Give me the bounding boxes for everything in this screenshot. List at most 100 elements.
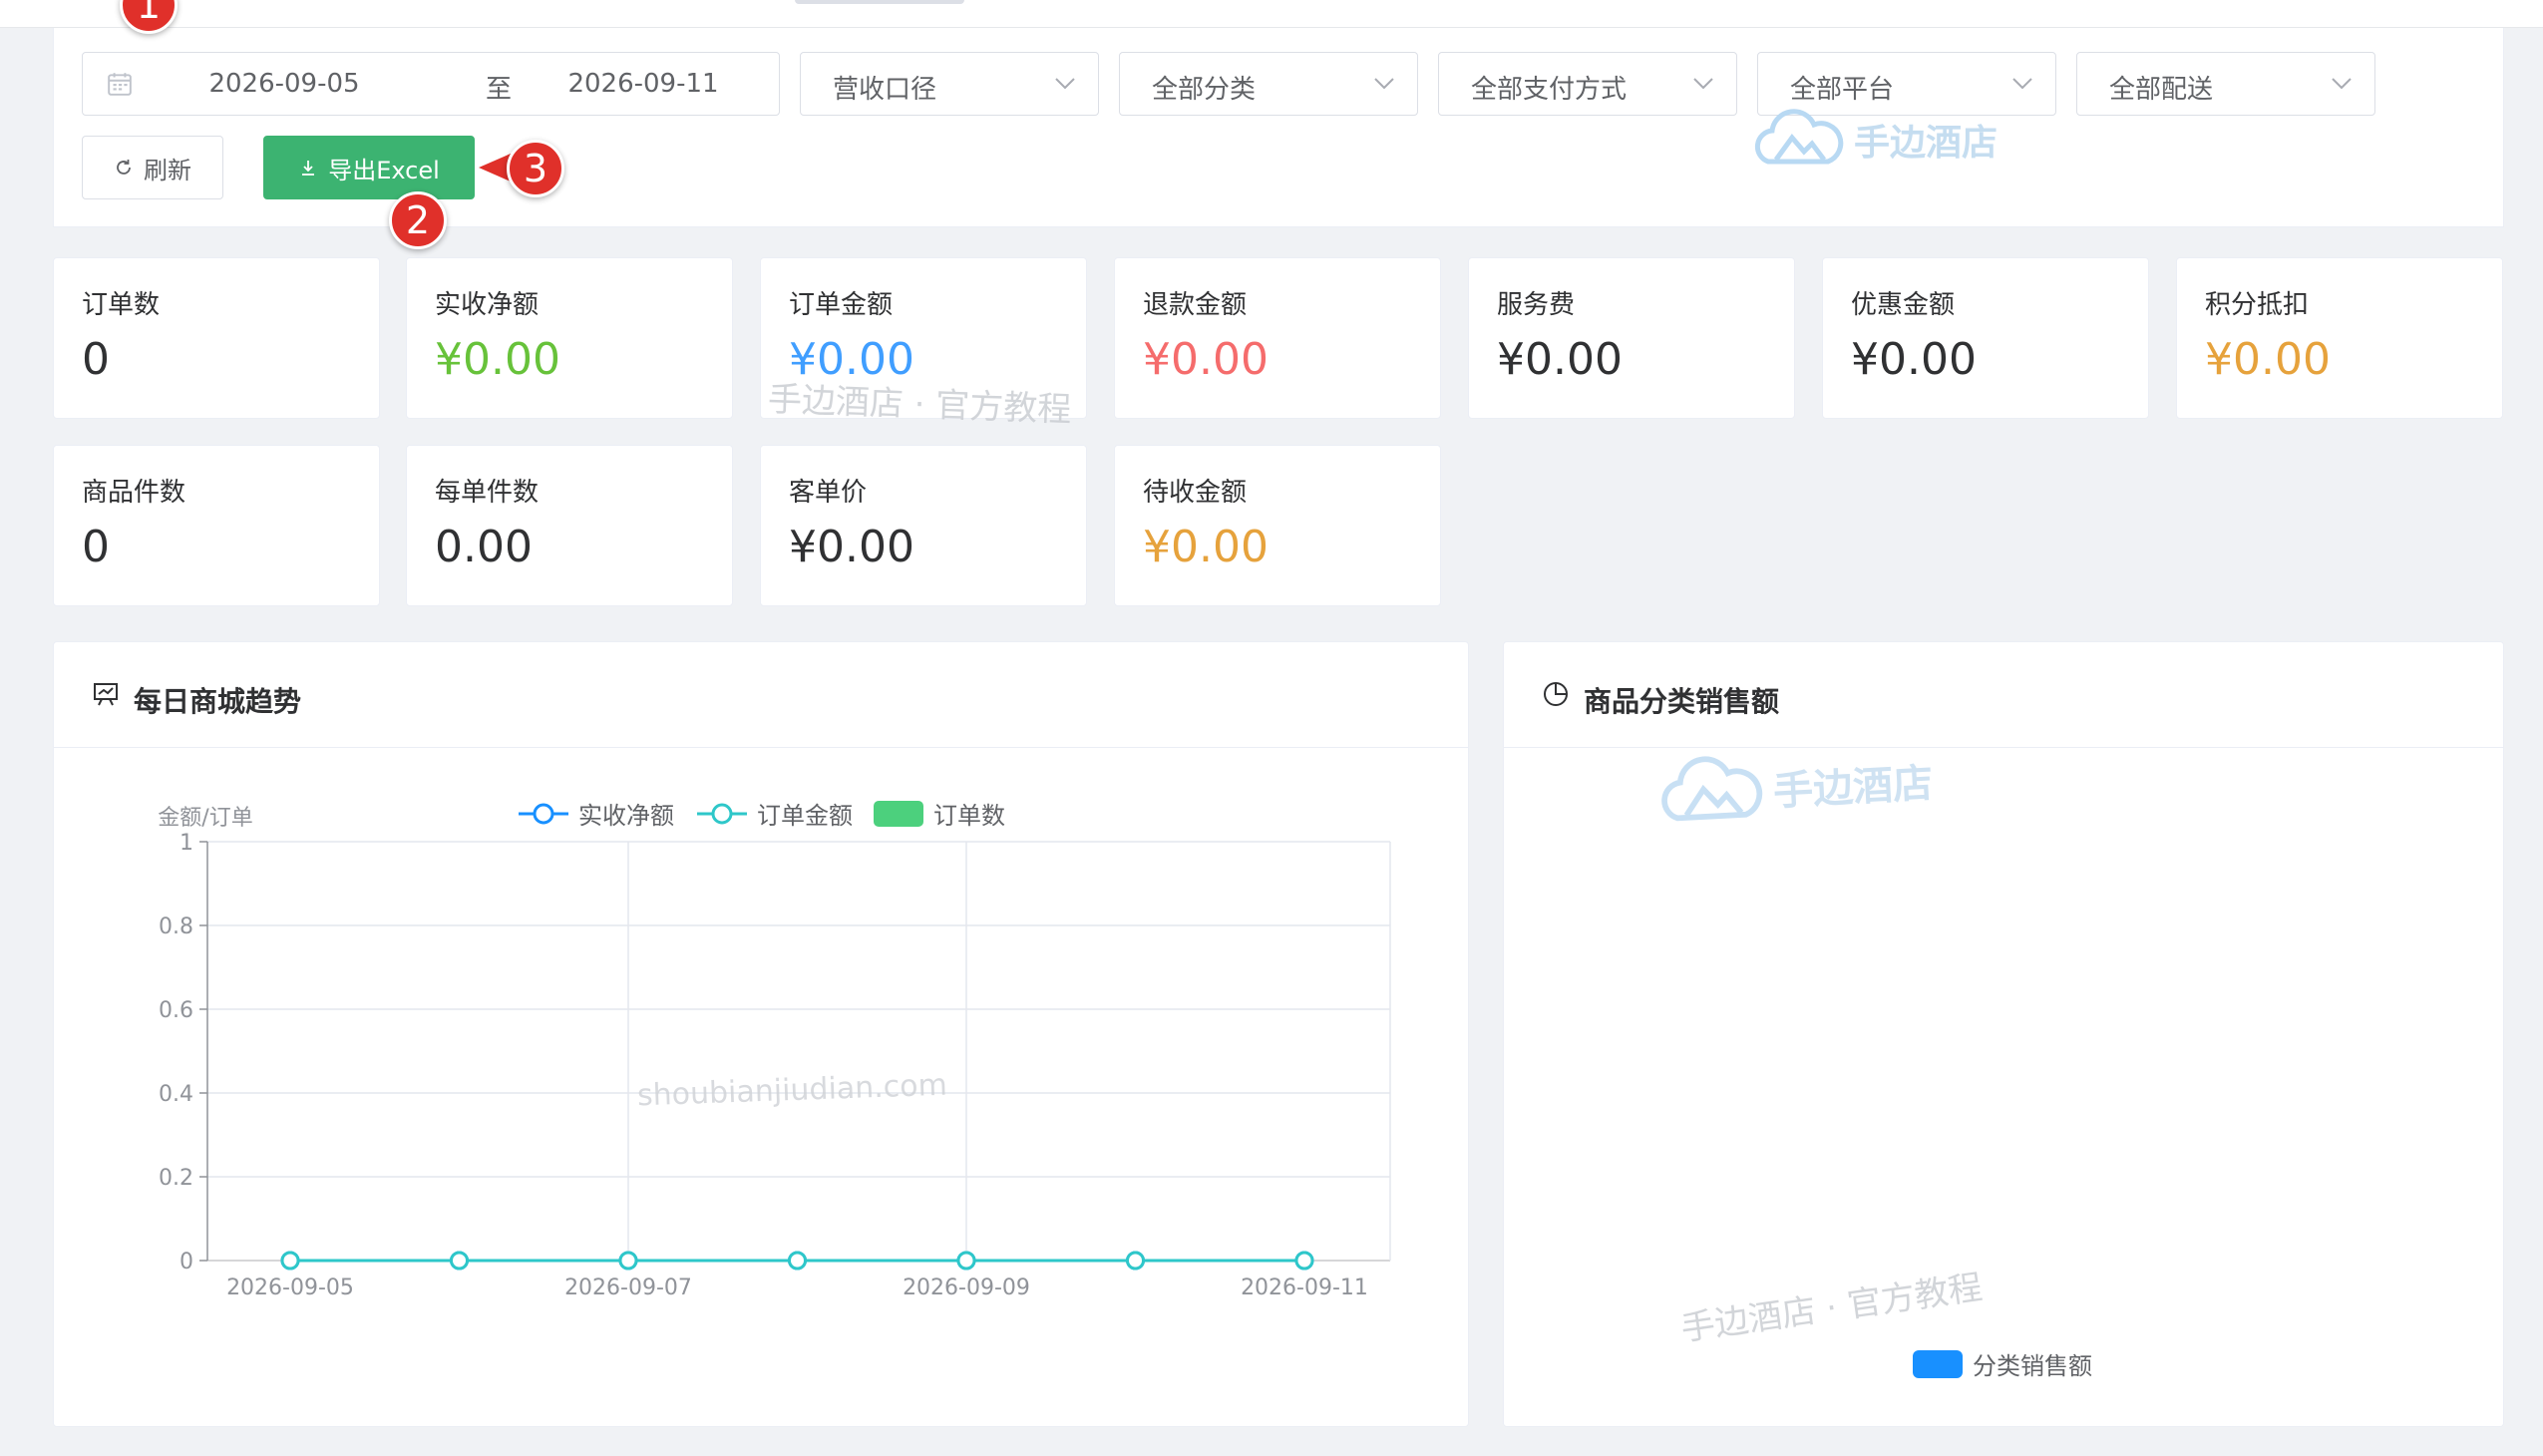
y-tick-label: 1 bbox=[180, 831, 193, 856]
stat-card-pending-amount: 待收金额 ¥0.00 bbox=[1114, 445, 1441, 606]
stat-value: 0 bbox=[82, 334, 110, 385]
panel-title: 每日商城趋势 bbox=[134, 685, 302, 718]
delivery-select[interactable]: 全部配送 bbox=[2076, 52, 2375, 116]
category-sales-panel: 商品分类销售额 手边酒店 手边酒店 · 官方教程 分类销售额 bbox=[1503, 641, 2504, 1427]
chevron-down-icon bbox=[1055, 78, 1075, 90]
export-label: 导出Excel bbox=[328, 156, 440, 184]
legend-label: 分类销售额 bbox=[1973, 1352, 2092, 1380]
stat-label: 退款金额 bbox=[1143, 290, 1248, 320]
y-tick-label: 0 bbox=[180, 1250, 193, 1274]
select-label: 全部配送 bbox=[2109, 75, 2214, 105]
y-axis-ticks: 0 0.2 0.4 0.6 0.8 1 bbox=[159, 831, 207, 1274]
chart-grid bbox=[206, 841, 1391, 1262]
data-point bbox=[1294, 1251, 1314, 1271]
daily-trend-panel: 每日商城趋势 实收净额 订单金额 订单数 金额/订单 00.2 0.4 0.6 … bbox=[53, 641, 1469, 1427]
refresh-button[interactable]: 刷新 bbox=[82, 136, 223, 199]
x-axis-ticks: 2026-09-05 2026-09-07 2026-09-09 2026-09-11 bbox=[226, 1275, 1368, 1300]
x-tick-label: 2026-09-05 bbox=[226, 1275, 354, 1300]
stat-card-item-count: 商品件数 0 bbox=[53, 445, 380, 606]
revenue-basis-select[interactable]: 营收口径 bbox=[800, 52, 1099, 116]
top-header-strip bbox=[0, 0, 2543, 28]
watermark-logo: 手边酒店 bbox=[1653, 743, 1934, 831]
start-date-input[interactable]: 2026-09-05 bbox=[194, 69, 374, 99]
chevron-down-icon bbox=[1693, 78, 1713, 90]
stat-card-refund-amount: 退款金额 ¥0.00 bbox=[1114, 257, 1441, 419]
calendar-icon bbox=[108, 73, 132, 96]
stat-card-avg-order-value: 客单价 ¥0.00 bbox=[760, 445, 1087, 606]
tab-indicator bbox=[795, 0, 964, 4]
stat-value: ¥0.00 bbox=[1143, 522, 1269, 572]
stat-value: 0.00 bbox=[435, 522, 533, 572]
stat-card-points-deduction: 积分抵扣 ¥0.00 bbox=[2176, 257, 2503, 419]
stat-label: 订单数 bbox=[82, 290, 161, 320]
legend-color-swatch bbox=[1913, 1349, 1963, 1378]
legend-item-category-sales[interactable]: 分类销售额 bbox=[1913, 1346, 2092, 1381]
refresh-label: 刷新 bbox=[144, 156, 191, 184]
cloud-logo-icon bbox=[1661, 756, 1763, 822]
y-tick-label: 0.4 bbox=[159, 1082, 193, 1107]
stat-value: ¥0.00 bbox=[1497, 334, 1623, 385]
select-label: 全部支付方式 bbox=[1471, 75, 1628, 105]
stat-label: 实收净额 bbox=[435, 290, 540, 320]
cloud-logo-icon bbox=[1754, 109, 1844, 165]
stat-card-items-per-order: 每单件数 0.00 bbox=[406, 445, 733, 606]
date-range-picker[interactable]: 2026-09-05 至 2026-09-11 bbox=[82, 52, 780, 116]
select-label: 营收口径 bbox=[833, 75, 937, 105]
data-point bbox=[1126, 1251, 1145, 1271]
stat-value: ¥0.00 bbox=[1143, 334, 1269, 385]
stat-card-discount-amount: 优惠金额 ¥0.00 bbox=[1822, 257, 2149, 419]
stat-label: 服务费 bbox=[1497, 290, 1576, 320]
stat-card-net-received: 实收净额 ¥0.00 bbox=[406, 257, 733, 419]
payment-method-select[interactable]: 全部支付方式 bbox=[1438, 52, 1737, 116]
stat-value: ¥0.00 bbox=[789, 522, 914, 572]
annotation-marker-2: 2 bbox=[389, 191, 447, 249]
x-tick-label: 2026-09-09 bbox=[903, 1275, 1030, 1300]
y-tick-label: 0.2 bbox=[159, 1166, 193, 1191]
stat-label: 积分抵扣 bbox=[2205, 290, 2310, 320]
date-separator: 至 bbox=[486, 75, 513, 105]
stat-label: 订单金额 bbox=[789, 290, 894, 320]
stat-card-service-fee: 服务费 ¥0.00 bbox=[1468, 257, 1795, 419]
panel-header: 每日商城趋势 bbox=[54, 642, 1468, 748]
presentation-chart-icon bbox=[94, 683, 118, 706]
watermark-logo-text: 手边酒店 bbox=[1854, 123, 1998, 164]
refresh-icon bbox=[117, 160, 131, 175]
x-tick-label: 2026-09-11 bbox=[1241, 1275, 1368, 1300]
data-point bbox=[788, 1251, 807, 1271]
panel-header: 商品分类销售额 bbox=[1504, 642, 2503, 748]
annotation-marker-3: 3 bbox=[507, 140, 564, 197]
x-tick-label: 2026-09-07 bbox=[564, 1275, 692, 1300]
trend-line-chart: 金额/订单 00.20.40.60.81 2026-09-05 2026-09-0… bbox=[158, 806, 1391, 1300]
chevron-down-icon bbox=[2332, 78, 2352, 90]
select-label: 全部分类 bbox=[1152, 75, 1257, 105]
end-date-input[interactable]: 2026-09-11 bbox=[553, 69, 733, 99]
tutorial-watermark: 手边酒店 · 官方教程 bbox=[767, 379, 1072, 431]
chevron-down-icon bbox=[2012, 78, 2032, 90]
y-axis-title: 金额/订单 bbox=[158, 806, 252, 831]
stat-label: 客单价 bbox=[789, 478, 868, 508]
stat-label: 每单件数 bbox=[435, 478, 540, 508]
platform-select[interactable]: 全部平台 bbox=[1757, 52, 2056, 116]
panel-title: 商品分类销售额 bbox=[1584, 685, 1780, 718]
tutorial-watermark: 手边酒店 · 官方教程 bbox=[1678, 1267, 1986, 1349]
chevron-down-icon bbox=[1374, 78, 1394, 90]
pie-chart-icon bbox=[1544, 682, 1568, 706]
stat-label: 商品件数 bbox=[82, 478, 186, 508]
y-tick-label: 0.8 bbox=[159, 914, 193, 939]
chart-series bbox=[280, 1251, 1314, 1271]
select-label: 全部平台 bbox=[1790, 75, 1895, 105]
dashboard-page: 2026-09-05 至 2026-09-11 营收口径 全部分类 全部支付方式… bbox=[0, 0, 2543, 1456]
watermark-logo: 手边酒店 bbox=[1750, 108, 1998, 172]
data-point bbox=[618, 1251, 638, 1271]
stat-value: ¥0.00 bbox=[435, 334, 560, 385]
stat-label: 待收金额 bbox=[1143, 478, 1248, 508]
y-tick-label: 0.6 bbox=[159, 998, 193, 1023]
category-select[interactable]: 全部分类 bbox=[1119, 52, 1418, 116]
stat-label: 优惠金额 bbox=[1851, 290, 1956, 320]
data-point bbox=[280, 1251, 300, 1271]
stat-card-order-count: 订单数 0 bbox=[53, 257, 380, 419]
data-point bbox=[450, 1251, 469, 1271]
stat-value: ¥0.00 bbox=[2205, 334, 2331, 385]
export-excel-button[interactable]: 导出Excel bbox=[263, 136, 475, 199]
stat-value: 0 bbox=[82, 522, 110, 572]
